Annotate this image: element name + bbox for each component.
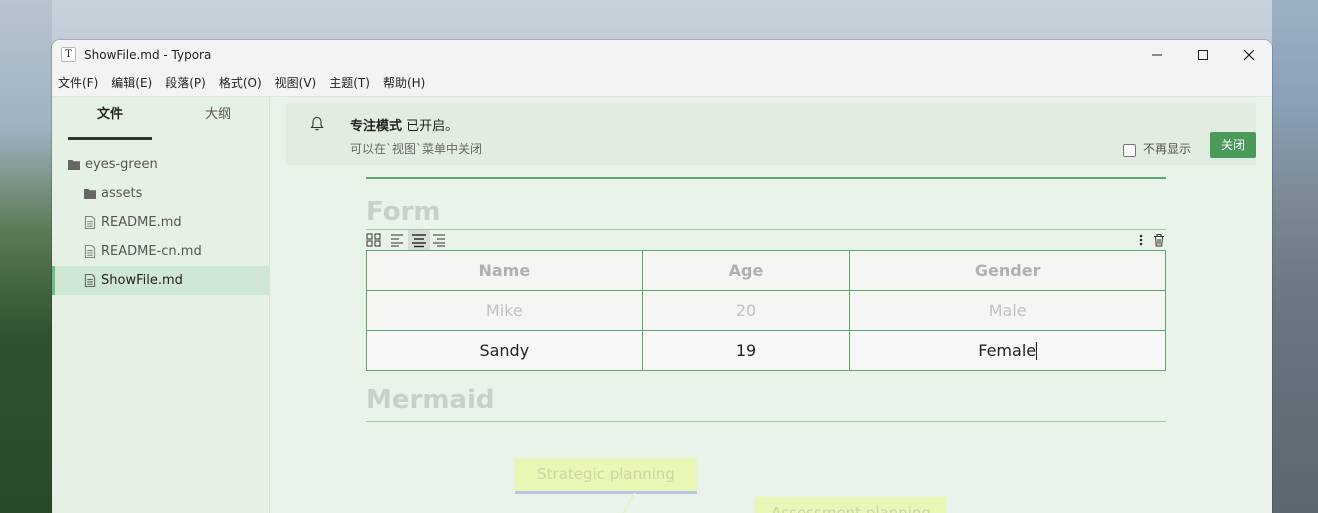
editor-area: 专注模式 已开启。 可以在`视图`菜单中关闭 不再显示 关闭 Form Name… xyxy=(270,97,1272,513)
menu-view[interactable]: 视图(V) xyxy=(275,74,317,91)
close-icon xyxy=(1244,49,1254,60)
window-title: ShowFile.md - Typora xyxy=(84,47,212,62)
notice-title: 专注模式 已开启。 xyxy=(350,115,458,134)
mermaid-edge xyxy=(622,493,648,513)
file-tree: eyes-green assets README.md README-cn.md… xyxy=(52,150,269,295)
table-resize-icon[interactable] xyxy=(366,233,382,247)
dont-show-again-label[interactable]: 不再显示 xyxy=(1143,140,1191,157)
align-left-icon[interactable] xyxy=(389,233,405,247)
table-header-cell[interactable]: Age xyxy=(641,250,851,291)
folder-icon xyxy=(84,189,96,199)
tree-item-label: README-cn.md xyxy=(101,244,202,259)
window-controls xyxy=(1134,40,1272,69)
delete-table-icon[interactable] xyxy=(1151,233,1167,247)
mermaid-node: Assessment planning xyxy=(755,497,947,513)
sidebar: 文件 大纲 eyes-green assets README.md README… xyxy=(52,97,270,513)
table-header-cell[interactable]: Name xyxy=(366,250,643,291)
folder-icon xyxy=(68,160,80,170)
desktop-background-left xyxy=(0,0,52,513)
tree-file-readme-cn[interactable]: README-cn.md xyxy=(52,237,269,266)
tree-file-showfile[interactable]: ShowFile.md xyxy=(52,266,269,295)
close-notice-button[interactable]: 关闭 xyxy=(1210,132,1256,158)
tab-outline[interactable]: 大纲 xyxy=(168,97,268,140)
file-icon xyxy=(84,216,96,229)
horizontal-rule xyxy=(366,177,1166,179)
table-cell[interactable]: Mike xyxy=(366,290,643,331)
more-options-icon[interactable] xyxy=(1133,233,1149,247)
table-cell[interactable]: Sandy xyxy=(366,330,643,371)
table-cell[interactable]: Male xyxy=(849,290,1166,331)
sidebar-tabs: 文件 大纲 xyxy=(52,97,269,140)
tree-item-label: assets xyxy=(101,186,143,201)
tree-folder-assets[interactable]: assets xyxy=(52,179,269,208)
mermaid-heading[interactable]: Mermaid xyxy=(366,385,495,415)
menu-bar: 文件(F) 编辑(E) 段落(P) 格式(O) 视图(V) 主题(T) 帮助(H… xyxy=(52,69,1272,97)
tree-folder-eyes-green[interactable]: eyes-green xyxy=(52,150,269,179)
desktop-background-right xyxy=(1272,0,1318,513)
table-cell-editing[interactable]: Female xyxy=(849,330,1166,371)
active-tab-indicator xyxy=(68,137,152,140)
file-icon xyxy=(84,274,96,287)
heading-underline xyxy=(366,421,1166,422)
table-cell[interactable]: 19 xyxy=(641,330,851,371)
notice-subtitle: 可以在`视图`菜单中关闭 xyxy=(350,142,483,156)
menu-format[interactable]: 格式(O) xyxy=(219,74,262,91)
file-icon xyxy=(84,245,96,258)
typora-app-icon: T xyxy=(61,47,76,62)
tree-item-label: README.md xyxy=(101,215,182,230)
table-row: Mike 20 Male xyxy=(366,290,1166,331)
table-cell[interactable]: 20 xyxy=(641,290,851,331)
focus-mode-notice: 专注模式 已开启。 可以在`视图`菜单中关闭 不再显示 关闭 xyxy=(286,103,1256,165)
table-toolbar xyxy=(366,229,1166,250)
align-center-icon xyxy=(412,234,426,248)
data-table: Name Age Gender Mike 20 Male Sandy 19 Fe… xyxy=(366,250,1166,371)
tab-files[interactable]: 文件 xyxy=(60,97,160,140)
tree-item-label: ShowFile.md xyxy=(101,273,183,288)
maximize-icon xyxy=(1198,49,1208,60)
align-right-icon[interactable] xyxy=(431,233,447,247)
cell-text: Female xyxy=(978,340,1037,360)
dont-show-again-checkbox[interactable] xyxy=(1123,144,1136,157)
maximize-button[interactable] xyxy=(1180,40,1226,69)
menu-file[interactable]: 文件(F) xyxy=(58,74,98,91)
text-cursor xyxy=(1036,342,1038,361)
table-header-row: Name Age Gender xyxy=(366,250,1166,291)
menu-edit[interactable]: 编辑(E) xyxy=(111,74,152,91)
bell-icon xyxy=(310,116,324,131)
typora-window: T ShowFile.md - Typora 文件(F) 编辑(E) 段落(P)… xyxy=(52,40,1272,513)
menu-theme[interactable]: 主题(T) xyxy=(329,74,370,91)
menu-paragraph[interactable]: 段落(P) xyxy=(165,74,206,91)
minimize-button[interactable] xyxy=(1134,40,1180,69)
table-header-cell[interactable]: Gender xyxy=(849,250,1166,291)
title-bar[interactable]: T ShowFile.md - Typora xyxy=(52,40,1272,69)
menu-help[interactable]: 帮助(H) xyxy=(383,74,425,91)
tree-file-readme[interactable]: README.md xyxy=(52,208,269,237)
form-heading[interactable]: Form xyxy=(366,197,440,227)
align-center-button[interactable] xyxy=(408,230,430,250)
notice-title-bold: 专注模式 xyxy=(350,119,403,134)
notice-title-rest: 已开启。 xyxy=(402,119,459,134)
close-window-button[interactable] xyxy=(1226,40,1272,69)
minimize-icon xyxy=(1152,54,1162,55)
tree-item-label: eyes-green xyxy=(85,157,158,172)
table-row-active: Sandy 19 Female xyxy=(366,330,1166,371)
mermaid-node: Strategic planning xyxy=(515,458,697,494)
